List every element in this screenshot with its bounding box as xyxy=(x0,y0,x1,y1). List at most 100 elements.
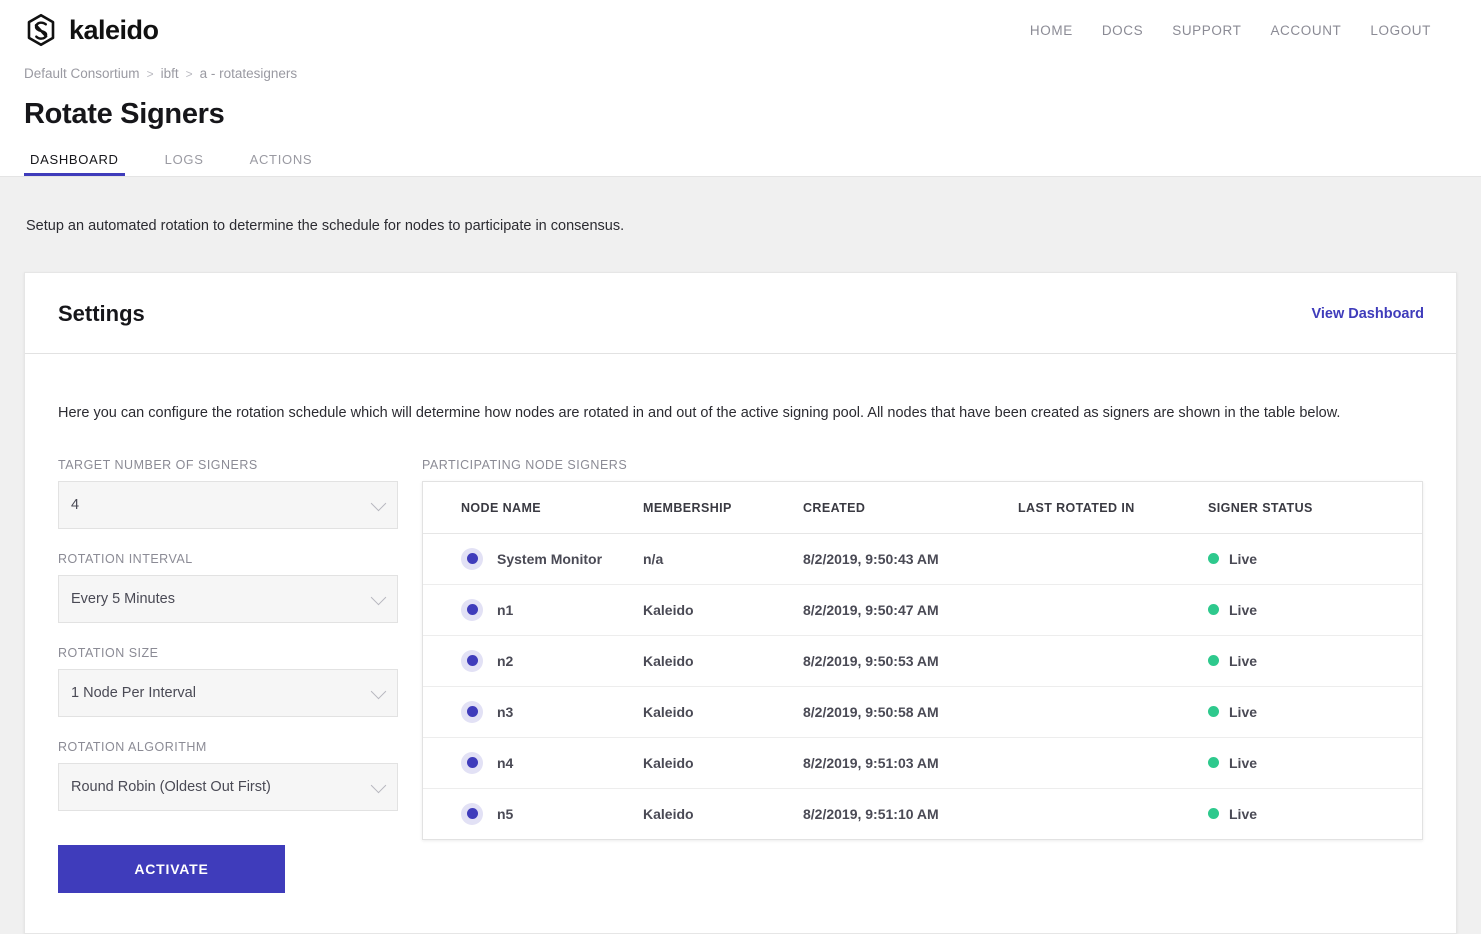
cell-node-name: n5 xyxy=(423,788,633,839)
cell-signer-status: Live xyxy=(1198,635,1422,687)
breadcrumb-item-service[interactable]: a - rotatesigners xyxy=(200,66,298,81)
settings-card-header: Settings View Dashboard xyxy=(25,273,1456,354)
tab-actions[interactable]: ACTIONS xyxy=(244,151,319,176)
status-live-dot-icon xyxy=(1208,808,1219,820)
column-header-membership: MEMBERSHIP xyxy=(633,481,793,534)
table-row[interactable]: n5 Kaleido 8/2/2019, 9:51:10 AM Live xyxy=(423,788,1422,839)
table-row[interactable]: System Monitor n/a 8/2/2019, 9:50:43 AM xyxy=(423,533,1422,585)
breadcrumb-item-environment[interactable]: ibft xyxy=(161,66,179,81)
settings-card: Settings View Dashboard Here you can con… xyxy=(24,272,1457,934)
table-row[interactable]: n4 Kaleido 8/2/2019, 9:51:03 AM Live xyxy=(423,737,1422,789)
topnav-item-account[interactable]: ACCOUNT xyxy=(1270,23,1341,38)
intro-text: Setup an automated rotation to determine… xyxy=(26,217,625,234)
cell-signer-status: Live xyxy=(1198,737,1422,789)
cell-last-rotated-in xyxy=(1008,737,1198,789)
breadcrumb: Default Consortium > ibft > a - rotatesi… xyxy=(24,66,1457,81)
topnav-item-home[interactable]: HOME xyxy=(1030,23,1073,38)
target-signers-select[interactable]: 4 xyxy=(58,480,398,529)
rotation-interval-label: ROTATION INTERVAL xyxy=(58,551,193,566)
status-live-dot-icon xyxy=(1208,757,1219,769)
status-live-dot-icon xyxy=(1208,604,1219,616)
target-signers-value: 4 xyxy=(71,496,80,513)
status-live-dot-icon xyxy=(1208,706,1219,718)
node-name-text: n1 xyxy=(497,601,514,618)
rotation-size-label: ROTATION SIZE xyxy=(58,645,159,660)
cell-node-name: n4 xyxy=(423,737,633,789)
page-title: Rotate Signers xyxy=(24,98,225,130)
node-status-dot-icon xyxy=(461,649,483,672)
status-badge: Live xyxy=(1229,703,1258,720)
cell-node-name: System Monitor xyxy=(423,533,633,585)
cell-created: 8/2/2019, 9:51:10 AM xyxy=(803,805,939,822)
activate-button[interactable]: ACTIVATE xyxy=(58,844,285,893)
column-header-last-rotated-in: LAST ROTATED IN xyxy=(1008,481,1198,534)
cell-signer-status: Live xyxy=(1198,788,1422,839)
topnav-item-docs[interactable]: DOCS xyxy=(1102,23,1143,38)
status-live-dot-icon xyxy=(1208,655,1219,667)
cell-membership: Kaleido xyxy=(643,805,694,822)
cell-last-rotated-in xyxy=(1008,635,1198,687)
cell-created: 8/2/2019, 9:50:58 AM xyxy=(793,686,1008,738)
tab-dashboard[interactable]: DASHBOARD xyxy=(24,151,125,176)
status-live-dot-icon xyxy=(1208,553,1219,565)
cell-created: 8/2/2019, 9:50:47 AM xyxy=(793,584,1008,636)
settings-title: Settings xyxy=(58,301,145,326)
settings-card-body: Here you can configure the rotation sche… xyxy=(25,354,1456,933)
node-name-text: System Monitor xyxy=(497,550,603,567)
table-row[interactable]: n1 Kaleido 8/2/2019, 9:50:47 AM Live xyxy=(423,584,1422,636)
content-area: Setup an automated rotation to determine… xyxy=(0,176,1481,934)
column-header-node-name: NODE NAME xyxy=(423,481,633,534)
cell-last-rotated-in xyxy=(1008,686,1198,738)
column-header-created: CREATED xyxy=(793,481,1008,534)
tab-logs[interactable]: LOGS xyxy=(159,151,210,176)
status-badge: Live xyxy=(1229,601,1258,618)
cell-node-name: n2 xyxy=(423,635,633,687)
column-header-signer-status: SIGNER STATUS xyxy=(1198,481,1422,534)
chevron-down-icon xyxy=(370,777,387,793)
kaleido-hex-logo-icon xyxy=(24,13,58,47)
settings-columns: TARGET NUMBER OF SIGNERS 4 ROTATION INTE… xyxy=(58,458,1423,893)
top-nav: HOME DOCS SUPPORT ACCOUNT LOGOUT xyxy=(1030,23,1457,38)
cell-membership: Kaleido xyxy=(633,737,793,789)
breadcrumb-separator-icon: > xyxy=(185,66,193,81)
cell-membership: Kaleido xyxy=(633,584,793,636)
status-badge: Live xyxy=(1229,550,1258,567)
node-status-dot-icon xyxy=(461,598,483,621)
node-status-dot-icon xyxy=(461,802,483,825)
cell-created: 8/2/2019, 9:50:53 AM xyxy=(793,635,1008,687)
table-row[interactable]: n3 Kaleido 8/2/2019, 9:50:58 AM Live xyxy=(423,686,1422,738)
chevron-down-icon xyxy=(370,589,387,605)
settings-form: TARGET NUMBER OF SIGNERS 4 ROTATION INTE… xyxy=(58,458,398,893)
signers-table: NODE NAME MEMBERSHIP CREATED LAST ROTATE… xyxy=(423,481,1422,839)
cell-membership: Kaleido xyxy=(633,686,793,738)
breadcrumb-item-consortium[interactable]: Default Consortium xyxy=(24,66,140,81)
cell-signer-status: Live xyxy=(1198,584,1422,636)
breadcrumb-separator-icon: > xyxy=(146,66,154,81)
rotation-interval-select[interactable]: Every 5 Minutes xyxy=(58,574,398,623)
rotation-algorithm-select[interactable]: Round Robin (Oldest Out First) xyxy=(58,762,398,811)
cell-created: 8/2/2019, 9:50:43 AM xyxy=(793,533,1008,585)
topnav-item-logout[interactable]: LOGOUT xyxy=(1370,23,1431,38)
cell-membership: Kaleido xyxy=(633,635,793,687)
node-name-text: n2 xyxy=(497,652,514,669)
node-name-text: n3 xyxy=(497,703,514,720)
cell-node-name: n3 xyxy=(423,686,633,738)
cell-node-name: n1 xyxy=(423,584,633,636)
rotation-algorithm-label: ROTATION ALGORITHM xyxy=(58,739,207,754)
settings-description: Here you can configure the rotation sche… xyxy=(58,404,1341,421)
status-badge: Live xyxy=(1229,805,1258,822)
status-badge: Live xyxy=(1229,754,1258,771)
view-dashboard-link[interactable]: View Dashboard xyxy=(1311,306,1424,322)
node-name-text: n4 xyxy=(497,754,514,771)
table-header-row: NODE NAME MEMBERSHIP CREATED LAST ROTATE… xyxy=(423,481,1422,534)
rotation-interval-value: Every 5 Minutes xyxy=(71,590,175,607)
cell-created: 8/2/2019, 9:51:03 AM xyxy=(793,737,1008,789)
signers-table-body: System Monitor n/a 8/2/2019, 9:50:43 AM xyxy=(423,533,1422,839)
rotation-size-select[interactable]: 1 Node Per Interval xyxy=(58,668,398,717)
signers-table-caption: PARTICIPATING NODE SIGNERS xyxy=(422,457,628,472)
brand-logo[interactable]: kaleido xyxy=(24,13,159,47)
brand-name: kaleido xyxy=(69,14,159,45)
status-badge: Live xyxy=(1229,652,1258,669)
topnav-item-support[interactable]: SUPPORT xyxy=(1172,23,1241,38)
table-row[interactable]: n2 Kaleido 8/2/2019, 9:50:53 AM Live xyxy=(423,635,1422,687)
